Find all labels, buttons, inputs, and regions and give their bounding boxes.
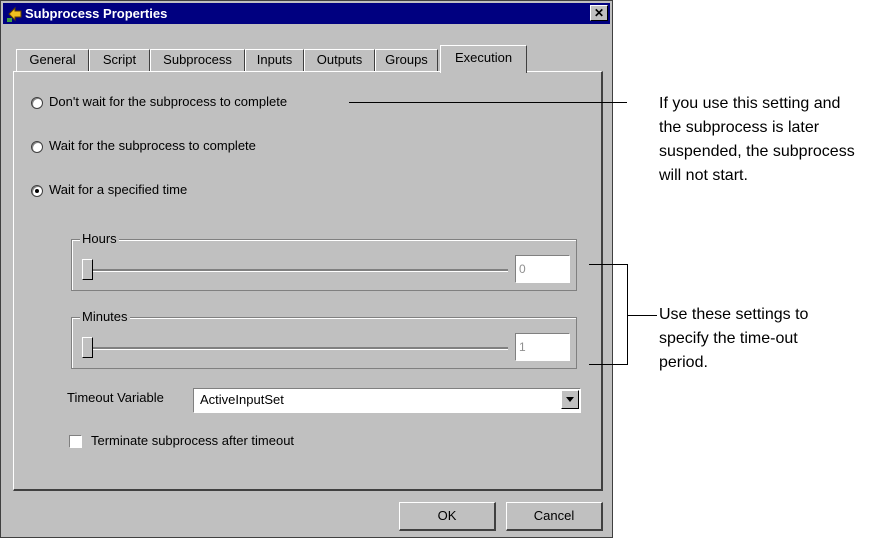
minutes-slider-thumb[interactable] bbox=[82, 337, 93, 358]
annotation-timeout-line: period. bbox=[659, 354, 708, 371]
radio-no-wait[interactable] bbox=[31, 97, 43, 109]
annotation-no-wait: If you use this setting and the subproce… bbox=[659, 92, 855, 188]
minutes-slider-track[interactable] bbox=[86, 347, 508, 350]
tab-general[interactable]: General bbox=[16, 49, 89, 71]
hours-group: Hours 0 bbox=[71, 231, 577, 291]
timeout-variable-label: Timeout Variable bbox=[67, 390, 164, 405]
timeout-variable-select[interactable]: ActiveInputSet bbox=[193, 388, 581, 413]
annotation-no-wait-line: If you use this setting and bbox=[659, 95, 841, 112]
dropdown-arrow-icon[interactable] bbox=[561, 390, 579, 409]
radio-wait[interactable] bbox=[31, 141, 43, 153]
hours-slider-track[interactable] bbox=[86, 269, 508, 272]
radio-wait-specified-time-label[interactable]: Wait for a specified time bbox=[49, 182, 187, 197]
radio-wait-label[interactable]: Wait for the subprocess to complete bbox=[49, 138, 256, 153]
radio-no-wait-label[interactable]: Don't wait for the subprocess to complet… bbox=[49, 94, 287, 109]
tab-subprocess[interactable]: Subprocess bbox=[150, 49, 245, 71]
cancel-button[interactable]: Cancel bbox=[506, 502, 603, 531]
radio-wait-specified-time[interactable] bbox=[31, 185, 43, 197]
tab-script[interactable]: Script bbox=[89, 49, 150, 71]
annotation-timeout-line: Use these settings to bbox=[659, 306, 809, 323]
subprocess-properties-dialog: Subprocess Properties ✕ General Script S… bbox=[0, 0, 613, 538]
hours-label: Hours bbox=[80, 231, 119, 246]
terminate-checkbox[interactable] bbox=[69, 435, 82, 448]
tab-outputs[interactable]: Outputs bbox=[304, 49, 375, 71]
minutes-value-field[interactable]: 1 bbox=[515, 333, 570, 361]
ok-button[interactable]: OK bbox=[399, 502, 496, 531]
timeout-variable-value: ActiveInputSet bbox=[200, 392, 284, 407]
annotation-no-wait-line: suspended, the subprocess bbox=[659, 143, 855, 160]
window-title: Subprocess Properties bbox=[25, 6, 168, 21]
annotation-timeout-line: specify the time-out bbox=[659, 330, 798, 347]
annotation-no-wait-line: will not start. bbox=[659, 167, 748, 184]
annotation-timeout: Use these settings to specify the time-o… bbox=[659, 303, 808, 375]
title-bar[interactable]: Subprocess Properties ✕ bbox=[3, 3, 610, 24]
app-icon bbox=[7, 6, 22, 22]
callout-bracket-bottom bbox=[589, 364, 628, 365]
callout-bracket-top bbox=[589, 264, 628, 265]
tab-groups[interactable]: Groups bbox=[375, 49, 438, 71]
callout-line-1 bbox=[349, 102, 627, 103]
minutes-label: Minutes bbox=[80, 309, 130, 324]
callout-line-2 bbox=[627, 315, 657, 316]
hours-slider-thumb[interactable] bbox=[82, 259, 93, 280]
terminate-checkbox-label[interactable]: Terminate subprocess after timeout bbox=[91, 433, 294, 448]
close-button[interactable]: ✕ bbox=[590, 5, 608, 21]
tab-execution[interactable]: Execution bbox=[440, 45, 527, 73]
hours-value-field[interactable]: 0 bbox=[515, 255, 570, 283]
annotation-no-wait-line: the subprocess is later bbox=[659, 119, 820, 136]
tab-inputs[interactable]: Inputs bbox=[245, 49, 304, 71]
minutes-group: Minutes 1 bbox=[71, 309, 577, 369]
